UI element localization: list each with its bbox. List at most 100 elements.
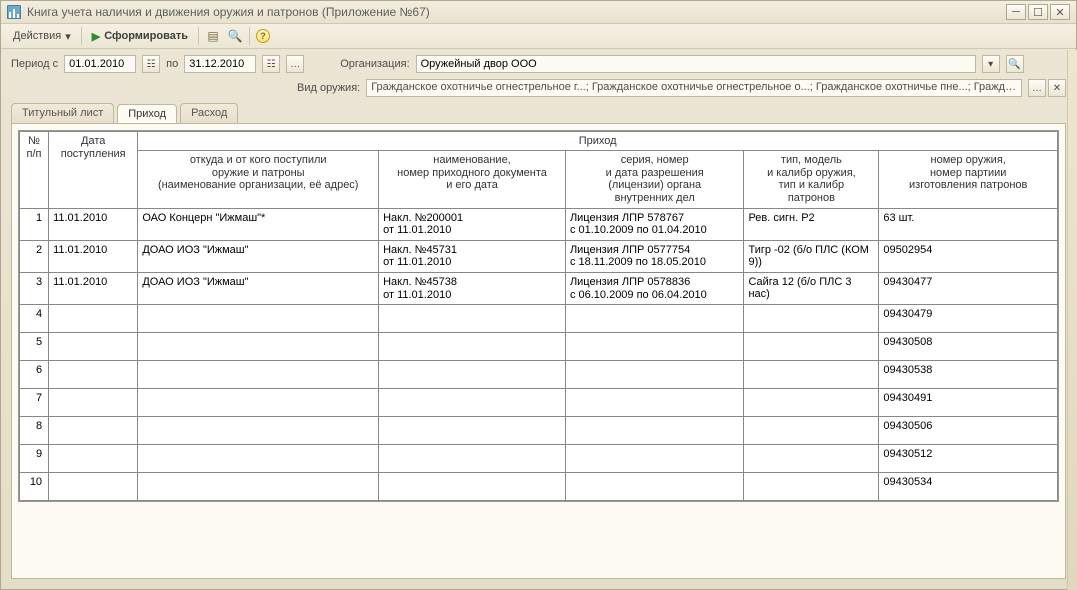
table-row[interactable]: 9 09430512	[20, 445, 1058, 473]
table-cell: Лицензия ЛПР 578767с 01.10.2009 по 01.04…	[565, 208, 744, 240]
table-cell: 11.01.2010	[49, 240, 138, 272]
table-row[interactable]: 709430491	[20, 389, 1058, 417]
titlebar: Книга учета наличия и движения оружия и …	[1, 1, 1076, 24]
table-cell: 09502954	[879, 240, 1058, 272]
close-button[interactable]: ✕	[1050, 4, 1070, 20]
th-lic: серия, номери дата разрешения(лицензии) …	[565, 151, 744, 209]
table-cell: 10	[20, 473, 49, 501]
table-cell	[379, 445, 566, 473]
kind-clear-button[interactable]: ✕	[1048, 79, 1066, 97]
table-row[interactable]: 6 09430538	[20, 361, 1058, 389]
toolbar-divider	[198, 27, 199, 45]
table-cell: 63 шт.	[879, 208, 1058, 240]
table-row[interactable]: 10 09430534	[20, 473, 1058, 501]
form-button[interactable]: ▶ Сформировать	[88, 28, 192, 45]
minimize-button[interactable]: ─	[1006, 4, 1026, 20]
table-cell	[49, 333, 138, 361]
table-cell: Сайга 12 (б/о ПЛС 3 нас)	[744, 273, 879, 305]
filters-panel: Период с ☷ по ☷ … Организация: ▾ 🔍 Вид о…	[1, 49, 1076, 99]
table-cell: 2	[20, 240, 49, 272]
kind-input[interactable]: Гражданское охотничье огнестрельное г...…	[366, 79, 1022, 97]
table-cell	[379, 361, 566, 389]
table-cell	[744, 333, 879, 361]
calendar-to-icon[interactable]: ☷	[262, 55, 280, 73]
table-cell	[379, 473, 566, 501]
table-cell: 7	[20, 389, 49, 417]
th-doc: наименование,номер приходного документаи…	[379, 151, 566, 209]
table-cell	[379, 389, 566, 417]
table-row[interactable]: 211.01.2010ДОАО ИОЗ "Ижмаш"Накл. №45731о…	[20, 240, 1058, 272]
table-cell	[565, 305, 744, 333]
table-cell	[565, 417, 744, 445]
table-cell	[49, 473, 138, 501]
search-icon[interactable]: 🔍	[227, 28, 243, 44]
table-cell: 09430534	[879, 473, 1058, 501]
tab-income[interactable]: Приход	[117, 104, 177, 124]
table-cell: 09430479	[879, 305, 1058, 333]
help-icon[interactable]: ?	[256, 29, 270, 43]
table-cell	[744, 445, 879, 473]
table-cell	[744, 389, 879, 417]
table-cell	[565, 361, 744, 389]
table-cell	[138, 417, 379, 445]
table-row[interactable]: 409430479	[20, 305, 1058, 333]
report-window: Книга учета наличия и движения оружия и …	[0, 0, 1077, 590]
actions-label: Действия	[13, 30, 61, 42]
table-cell: Накл. №45731от 11.01.2010	[379, 240, 566, 272]
th-type: тип, модельи калибр оружия,тип и калибрп…	[744, 151, 879, 209]
chart-icon	[7, 5, 21, 19]
table-cell	[565, 333, 744, 361]
table-row[interactable]: 111.01.2010ОАО Концерн "Ижмаш"*Накл. №20…	[20, 208, 1058, 240]
document-icon[interactable]: ▤	[205, 28, 221, 44]
table-cell	[138, 333, 379, 361]
date-from-input[interactable]	[64, 55, 136, 73]
th-from: откуда и от кого поступилиоружие и патро…	[138, 151, 379, 209]
period-to-label: по	[166, 58, 178, 70]
org-input[interactable]	[416, 55, 976, 73]
table-cell	[744, 361, 879, 389]
org-label: Организация:	[340, 58, 409, 70]
table-cell	[138, 473, 379, 501]
table-cell	[49, 445, 138, 473]
table-cell	[379, 417, 566, 445]
table-cell	[744, 417, 879, 445]
period-picker-button[interactable]: …	[286, 55, 304, 73]
tab-title-page[interactable]: Титульный лист	[11, 103, 114, 123]
table-cell: 09430508	[879, 333, 1058, 361]
table-cell	[49, 389, 138, 417]
table-cell	[744, 473, 879, 501]
table-cell: Лицензия ЛПР 0578836с 06.10.2009 по 06.0…	[565, 273, 744, 305]
table-row[interactable]: 311.01.2010ДОАО ИОЗ "Ижмаш"Накл. №45738о…	[20, 273, 1058, 305]
table-cell	[49, 417, 138, 445]
org-dropdown-icon[interactable]: ▾	[982, 55, 1000, 73]
kind-ellipsis-button[interactable]: …	[1028, 79, 1046, 97]
data-table-wrap: №п/п Датапоступления Приход откуда и от …	[18, 130, 1059, 502]
table-cell	[565, 445, 744, 473]
table-cell: 09430477	[879, 273, 1058, 305]
table-cell	[744, 305, 879, 333]
table-row[interactable]: 809430506	[20, 417, 1058, 445]
table-cell: 09430512	[879, 445, 1058, 473]
table-cell: 09430538	[879, 361, 1058, 389]
calendar-from-icon[interactable]: ☷	[142, 55, 160, 73]
table-cell	[565, 473, 744, 501]
table-cell: ОАО Концерн "Ижмаш"*	[138, 208, 379, 240]
table-cell: 6	[20, 361, 49, 389]
right-scrollbar[interactable]	[1067, 50, 1077, 590]
table-cell: 9	[20, 445, 49, 473]
tab-expense[interactable]: Расход	[180, 103, 238, 123]
table-cell	[49, 361, 138, 389]
table-cell	[138, 305, 379, 333]
table-cell: 5	[20, 333, 49, 361]
data-table: №п/п Датапоступления Приход откуда и от …	[19, 131, 1058, 501]
th-date: Датапоступления	[49, 132, 138, 209]
table-row[interactable]: 5 09430508	[20, 333, 1058, 361]
table-cell	[379, 305, 566, 333]
table-cell: Рев. сигн. Р2	[744, 208, 879, 240]
date-to-input[interactable]	[184, 55, 256, 73]
maximize-button[interactable]: ☐	[1028, 4, 1048, 20]
actions-menu[interactable]: Действия ▾	[9, 28, 75, 45]
table-cell	[138, 389, 379, 417]
table-cell: ДОАО ИОЗ "Ижмаш"	[138, 273, 379, 305]
org-search-icon[interactable]: 🔍	[1006, 55, 1024, 73]
